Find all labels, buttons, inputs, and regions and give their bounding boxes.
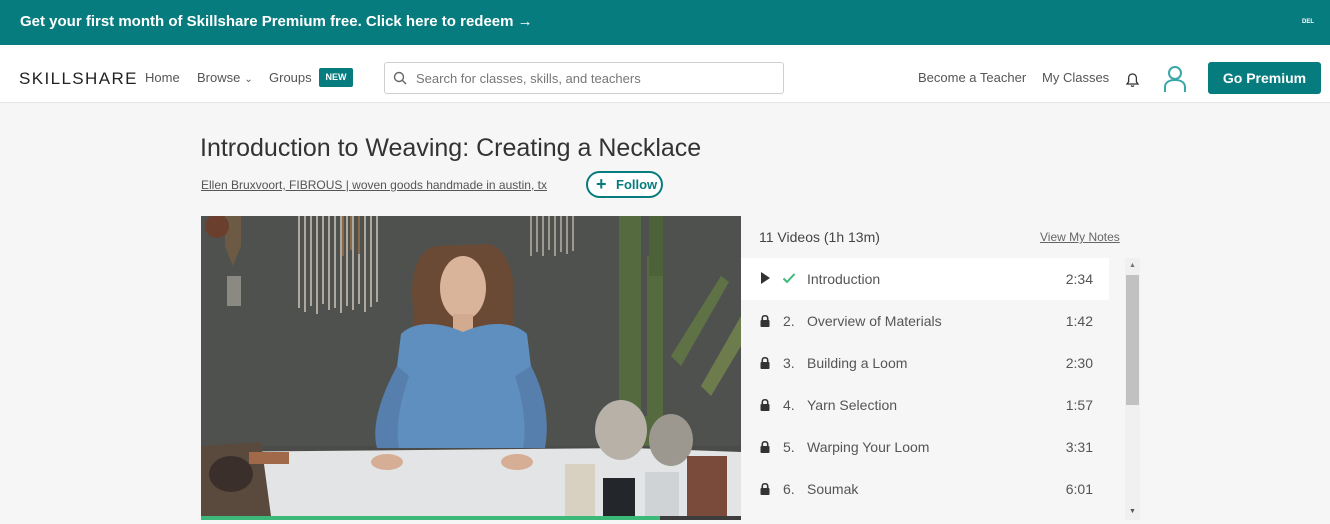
lesson-duration: 2:30 (1065, 355, 1093, 371)
class-title: Introduction to Weaving: Creating a Neck… (200, 134, 702, 162)
view-notes-link[interactable]: View My Notes (1040, 230, 1120, 244)
lesson-item[interactable]: 2. Overview of Materials 1:42 (741, 300, 1109, 342)
promo-banner[interactable]: Get your first month of Skillshare Premi… (0, 0, 1330, 45)
lesson-title: Overview of Materials (807, 313, 942, 329)
lesson-title: Introduction (807, 271, 881, 287)
video-count: 11 Videos (1h 13m) (759, 229, 880, 245)
lesson-title: Yarn Selection (807, 397, 898, 413)
lock-icon (760, 314, 770, 327)
lesson-duration: 1:57 (1065, 397, 1093, 413)
promo-text[interactable]: Get your first month of Skillshare Premi… (20, 13, 533, 30)
new-badge: NEW (319, 68, 353, 87)
promo-del-label: DEL (1302, 19, 1314, 25)
search-box[interactable] (384, 62, 784, 94)
nav-browse-label: Browse (197, 70, 241, 85)
lesson-duration: 2:34 (1065, 271, 1093, 287)
check-icon (782, 273, 796, 284)
follow-label: Follow (616, 177, 658, 192)
lock-icon (760, 440, 770, 453)
chevron-down-icon: ⌄ (244, 74, 253, 85)
search-input[interactable] (416, 67, 776, 89)
lesson-list: Introduction 2:34 2. Overview of Materia… (741, 258, 1109, 510)
plus-icon: + (596, 174, 607, 194)
lesson-number: 2. (783, 313, 795, 329)
avatar-icon[interactable] (1162, 65, 1188, 93)
lesson-duration: 3:31 (1065, 439, 1093, 455)
lesson-number: 4. (783, 397, 795, 413)
lesson-title: Warping Your Loom (807, 439, 930, 455)
top-nav: SKILLSHARE Home Browse⌄ Groups NEW Becom… (0, 45, 1330, 103)
lesson-number: 3. (783, 355, 795, 371)
scroll-up-arrow-icon[interactable]: ▲ (1125, 260, 1140, 272)
skillshare-logo[interactable]: SKILLSHARE (19, 69, 138, 89)
lesson-item[interactable]: 4. Yarn Selection 1:57 (741, 384, 1109, 426)
video-progress-bar[interactable] (201, 516, 741, 520)
video-player[interactable] (201, 216, 741, 520)
lesson-number: 6. (783, 481, 795, 497)
lesson-item[interactable]: 3. Building a Loom 2:30 (741, 342, 1109, 384)
video-frame (201, 216, 741, 520)
play-icon (761, 272, 770, 284)
lock-icon (760, 482, 770, 495)
lesson-duration: 6:01 (1065, 481, 1093, 497)
my-classes-link[interactable]: My Classes (1042, 70, 1109, 85)
scrollbar-thumb[interactable] (1126, 275, 1139, 405)
lesson-title: Building a Loom (807, 355, 908, 371)
lesson-duration: 1:42 (1065, 313, 1093, 329)
video-progress-fill (201, 516, 660, 520)
nav-home-link[interactable]: Home (145, 70, 180, 85)
lesson-item[interactable]: 6. Soumak 6:01 (741, 468, 1109, 510)
lock-icon (760, 356, 770, 369)
teacher-link[interactable]: Ellen Bruxvoort, FIBROUS | woven goods h… (201, 178, 547, 192)
nav-groups-link[interactable]: Groups (269, 70, 312, 85)
nav-browse-link[interactable]: Browse ⌄ (197, 70, 253, 85)
lesson-item[interactable]: 5. Warping Your Loom 3:31 (741, 426, 1109, 468)
go-premium-button[interactable]: Go Premium (1208, 62, 1321, 94)
lesson-number: 5. (783, 439, 795, 455)
become-teacher-link[interactable]: Become a Teacher (918, 70, 1026, 85)
lesson-title: Soumak (807, 481, 859, 497)
lesson-item[interactable]: Introduction 2:34 (741, 258, 1109, 300)
search-icon (393, 71, 407, 85)
bell-icon[interactable] (1125, 72, 1140, 88)
playlist-scrollbar[interactable]: ▲ ▼ (1125, 258, 1140, 520)
follow-button[interactable]: + Follow (586, 171, 663, 198)
lock-icon (760, 398, 770, 411)
scroll-down-arrow-icon[interactable]: ▼ (1125, 506, 1140, 518)
